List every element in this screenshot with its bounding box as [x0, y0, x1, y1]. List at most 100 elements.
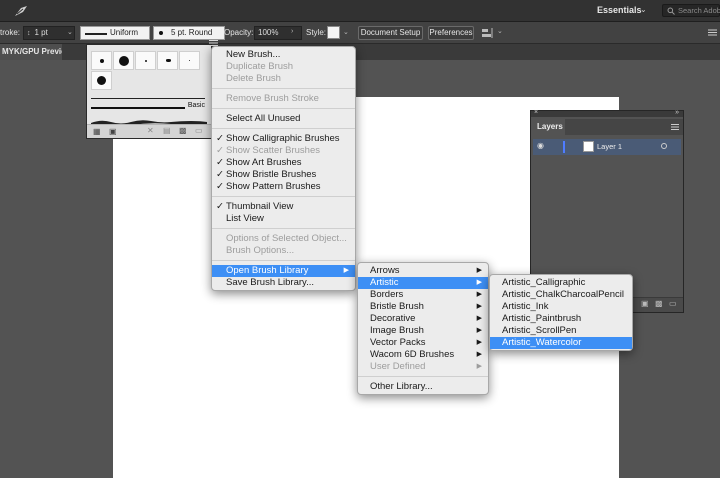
- new-brush-icon[interactable]: ▩: [179, 126, 187, 135]
- document-setup-button[interactable]: Document Setup: [358, 26, 423, 40]
- menu-item-artistic-scrollpen[interactable]: Artistic_ScrollPen: [490, 325, 632, 337]
- menu-item-label: Artistic_ChalkCharcoalPencil: [502, 289, 624, 300]
- menu-item-artistic-chalk[interactable]: Artistic_ChalkCharcoalPencil: [490, 289, 632, 301]
- collapse-icon[interactable]: »: [675, 109, 679, 116]
- menu-item-label: Artistic_Paintbrush: [502, 313, 582, 324]
- menu-item-arrows[interactable]: Arrows ▶: [358, 265, 488, 277]
- menu-item-bristle-brush[interactable]: Bristle Brush ▶: [358, 301, 488, 313]
- menu-item-artistic-ink[interactable]: Artistic_Ink: [490, 301, 632, 313]
- menu-item-open-brush-library[interactable]: Open Brush Library ▶: [212, 265, 355, 277]
- brush-swatch[interactable]: [179, 51, 200, 70]
- layer-thumbnail: [583, 141, 594, 152]
- panel-menu-icon[interactable]: [671, 124, 679, 130]
- trash-icon[interactable]: ▭: [195, 126, 203, 135]
- menu-item-show-calligraphic[interactable]: ✓ Show Calligraphic Brushes: [212, 133, 355, 145]
- menu-item-brush-options: Brush Options...: [212, 245, 355, 257]
- style-swatch[interactable]: [327, 26, 340, 39]
- brush-label: 5 pt. Round: [171, 28, 213, 37]
- brush-swatch[interactable]: [91, 71, 112, 90]
- menu-item-other-library[interactable]: Other Library...: [358, 381, 488, 393]
- document-tab[interactable]: MYK/GPU Preview): [0, 44, 62, 60]
- menu-item-borders[interactable]: Borders ▶: [358, 289, 488, 301]
- arrange-icon[interactable]: [481, 28, 497, 39]
- menu-item-list-view[interactable]: List View: [212, 213, 355, 225]
- menu-item-thumbnail-view[interactable]: ✓ Thumbnail View: [212, 201, 355, 213]
- menu-item-artistic-paintbrush[interactable]: Artistic_Paintbrush: [490, 313, 632, 325]
- new-layer-icon[interactable]: ▣: [641, 299, 649, 308]
- stroke-preview-1[interactable]: [91, 98, 205, 99]
- menu-item-wacom[interactable]: Wacom 6D Brushes ▶: [358, 349, 488, 361]
- stepper-icon[interactable]: ↕: [27, 30, 31, 37]
- brush-libraries-icon[interactable]: ▦: [93, 127, 101, 136]
- profile-line-icon: [85, 33, 107, 35]
- opacity-field[interactable]: 100%: [254, 26, 302, 40]
- menu-item-label: Artistic: [370, 277, 399, 288]
- search-field[interactable]: Search Adobe: [662, 4, 720, 17]
- menu-item-label: Select All Unused: [226, 113, 301, 124]
- brush-options-icon[interactable]: ▤: [163, 126, 171, 135]
- brush-dot: [145, 60, 147, 62]
- trash-icon[interactable]: ▭: [669, 299, 677, 308]
- menu-item-label: New Brush...: [226, 49, 281, 60]
- app-logo-icon: [15, 6, 27, 16]
- libraries-icon[interactable]: ▣: [109, 127, 117, 136]
- layer-row[interactable]: ◉ Layer 1: [533, 139, 681, 155]
- chevron-down-icon[interactable]: ⌄: [640, 5, 647, 14]
- close-icon[interactable]: ×: [534, 109, 538, 116]
- panel-menu-icon[interactable]: [708, 29, 717, 36]
- control-bar: troke: ↕ 1 pt ⌄ Uniform 5 pt. Round Opaci…: [0, 22, 720, 44]
- chevron-right-icon[interactable]: ›: [291, 28, 293, 35]
- menu-item-artistic-watercolor[interactable]: Artistic_Watercolor: [490, 337, 632, 349]
- menu-separator: [212, 88, 355, 89]
- target-circle-icon[interactable]: [661, 143, 667, 149]
- menu-item-label: Other Library...: [370, 381, 433, 392]
- brush-swatch[interactable]: [157, 51, 178, 70]
- submenu-arrow-icon: ▶: [476, 303, 482, 310]
- menu-item-new-brush[interactable]: New Brush...: [212, 49, 355, 61]
- variable-width-profile[interactable]: Uniform: [80, 26, 150, 40]
- menu-item-image-brush[interactable]: Image Brush ▶: [358, 325, 488, 337]
- menu-item-vector-packs[interactable]: Vector Packs ▶: [358, 337, 488, 349]
- submenu-arrow-icon: ▶: [476, 327, 482, 334]
- menu-item-save-brush-library[interactable]: Save Brush Library...: [212, 277, 355, 289]
- menu-item-remove-brush-stroke: Remove Brush Stroke: [212, 93, 355, 105]
- brush-swatch[interactable]: [113, 51, 134, 70]
- brush-swatch[interactable]: [135, 51, 156, 70]
- workspace-switcher[interactable]: Essentials: [597, 5, 642, 15]
- remove-stroke-icon[interactable]: ✕: [147, 126, 154, 135]
- layer-name[interactable]: Layer 1: [597, 142, 622, 151]
- menu-item-label: Artistic_ScrollPen: [502, 325, 577, 336]
- menu-item-artistic-calligraphic[interactable]: Artistic_Calligraphic: [490, 277, 632, 289]
- brush-swatch[interactable]: [91, 51, 112, 70]
- menu-item-decorative[interactable]: Decorative ▶: [358, 313, 488, 325]
- menu-item-select-all-unused[interactable]: Select All Unused: [212, 113, 355, 125]
- menu-item-user-defined: User Defined ▶: [358, 361, 488, 373]
- menu-item-label: Show Scatter Brushes: [226, 145, 320, 156]
- visibility-eye-icon[interactable]: ◉: [537, 141, 544, 150]
- search-placeholder: Search Adobe: [678, 6, 720, 15]
- menu-item-label: Artistic_Ink: [502, 301, 549, 312]
- new-sublayer-icon[interactable]: ▩: [655, 299, 663, 308]
- chevron-down-icon[interactable]: ⌄: [343, 28, 349, 36]
- menu-separator: [212, 108, 355, 109]
- menu-item-label: Open Brush Library: [226, 265, 309, 276]
- menu-item-show-scatter[interactable]: ✓ Show Scatter Brushes: [212, 145, 355, 157]
- menu-item-show-art[interactable]: ✓ Show Art Brushes: [212, 157, 355, 169]
- brush-dot: [119, 56, 129, 66]
- menu-item-show-bristle[interactable]: ✓ Show Bristle Brushes: [212, 169, 355, 181]
- menu-item-artistic[interactable]: Artistic ▶: [358, 277, 488, 289]
- preferences-button[interactable]: Preferences: [428, 26, 474, 40]
- chevron-down-icon[interactable]: ⌄: [497, 27, 503, 35]
- menu-item-label: Decorative: [370, 313, 416, 324]
- menu-item-label: Brush Options...: [226, 245, 295, 256]
- menu-item-show-pattern[interactable]: ✓ Show Pattern Brushes: [212, 181, 355, 193]
- menu-item-label: Remove Brush Stroke: [226, 93, 319, 104]
- layers-tab-strip: [565, 119, 683, 135]
- submenu-arrow-icon: ▶: [476, 339, 482, 346]
- menu-item-label: Show Calligraphic Brushes: [226, 133, 340, 144]
- brush-definition[interactable]: 5 pt. Round: [153, 26, 225, 40]
- layers-tab[interactable]: Layers: [533, 119, 565, 135]
- submenu-arrow-icon: ▶: [343, 267, 349, 274]
- chevron-down-icon[interactable]: ⌄: [67, 28, 73, 36]
- stroke-preview-basic[interactable]: Basic: [91, 102, 207, 112]
